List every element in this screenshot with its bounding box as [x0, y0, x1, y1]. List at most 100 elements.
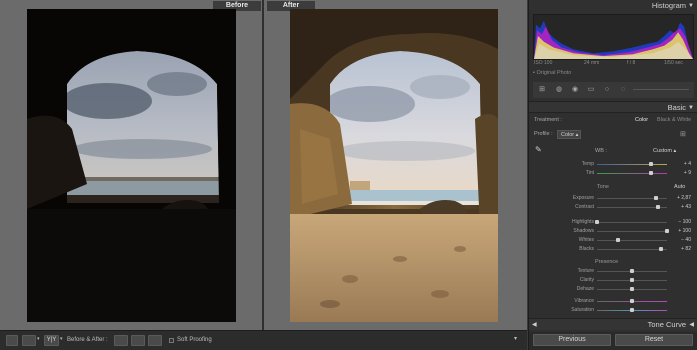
wb-dropdown[interactable]: Custom ▴	[653, 148, 676, 154]
tool-strip: ⊞ ◍ ◉ ▭ ○ ◌	[533, 82, 694, 98]
tint-slider-row[interactable]: Tint + 9	[529, 169, 697, 178]
profile-value: Color	[561, 132, 575, 138]
blacks-slider-knob[interactable]	[658, 247, 663, 251]
histogram[interactable]	[533, 14, 694, 60]
loupe-view-icon[interactable]	[6, 335, 18, 346]
radial-filter-icon[interactable]: ○	[603, 86, 611, 94]
highlights-slider-row[interactable]: Highlights − 100	[529, 218, 697, 227]
tint-slider-knob[interactable]	[648, 171, 653, 175]
tool-slider-track[interactable]	[633, 89, 689, 90]
highlights-value[interactable]: − 100	[678, 218, 691, 227]
toolbar-menu-chevron-icon[interactable]: ▾	[514, 335, 517, 344]
histogram-iso: ISO 100	[534, 60, 553, 66]
temp-slider-row[interactable]: Temp + 4	[529, 160, 697, 169]
crop-icon[interactable]: ⊞	[538, 86, 546, 94]
panel-bottom-buttons: Previous Reset	[529, 332, 697, 350]
saturation-slider-knob[interactable]	[630, 308, 634, 312]
tint-track[interactable]	[597, 173, 667, 174]
temp-value[interactable]: + 4	[684, 160, 691, 169]
exposure-value[interactable]: + 2,87	[677, 194, 691, 203]
tone-curve-left-triangle-icon[interactable]: ◀	[532, 319, 537, 331]
whites-label: Whites	[578, 237, 594, 243]
dehaze-slider-row[interactable]: Dehaze	[529, 285, 697, 294]
clarity-slider-row[interactable]: Clarity	[529, 276, 697, 285]
profile-browser-icon[interactable]: ⊞	[680, 130, 686, 138]
treatment-label: Treatment :	[534, 117, 562, 123]
dehaze-label: Dehaze	[576, 286, 594, 292]
texture-label: Texture	[577, 268, 594, 274]
spot-removal-icon[interactable]: ◍	[555, 86, 563, 94]
contrast-label: Contrast	[575, 204, 594, 210]
exposure-slider-row[interactable]: Exposure + 2,87	[529, 194, 697, 203]
treatment-color-option[interactable]: Color	[635, 117, 648, 123]
shadows-track[interactable]	[597, 231, 667, 232]
blacks-value[interactable]: + 82	[681, 245, 691, 254]
wb-value: Custom	[653, 148, 672, 154]
profile-dropdown[interactable]: Color ▴	[557, 130, 581, 139]
clarity-slider-knob[interactable]	[630, 278, 634, 282]
shadows-slider-knob[interactable]	[665, 229, 669, 233]
temp-slider-knob[interactable]	[648, 162, 653, 166]
shadows-slider-row[interactable]: Shadows + 100	[529, 227, 697, 236]
profile-row: Profile : Color ▴ ⊞	[529, 128, 697, 140]
whites-track[interactable]	[597, 240, 667, 241]
texture-slider-knob[interactable]	[630, 269, 634, 273]
blacks-slider-row[interactable]: Blacks + 82	[529, 245, 697, 254]
reset-button[interactable]: Reset	[615, 334, 693, 346]
tone-curve-header[interactable]: ◀ Tone Curve ◀	[529, 318, 697, 330]
after-image	[290, 9, 498, 322]
dehaze-slider-knob[interactable]	[630, 287, 634, 291]
copy-before-settings-icon[interactable]	[114, 335, 128, 346]
profile-label: Profile :	[534, 131, 553, 137]
compare-view-icon[interactable]	[22, 335, 36, 346]
treatment-bw-option[interactable]: Black & White	[657, 117, 691, 123]
blacks-track[interactable]	[597, 249, 667, 250]
saturation-slider-row[interactable]: Saturation	[529, 306, 697, 315]
presence-section-title: Presence	[595, 259, 619, 265]
brush-icon[interactable]: ◌	[619, 86, 627, 94]
chevron-down-icon[interactable]: ▾	[60, 335, 63, 344]
wb-eyedropper-icon[interactable]: ✎	[535, 145, 542, 154]
basic-header[interactable]: Basic ▼	[529, 101, 697, 113]
swap-settings-icon[interactable]	[148, 335, 162, 346]
highlights-slider-knob[interactable]	[595, 220, 599, 224]
after-photo[interactable]	[290, 9, 498, 322]
copy-after-settings-icon[interactable]	[131, 335, 145, 346]
contrast-value[interactable]: + 43	[681, 203, 691, 212]
before-after-mode-button[interactable]: Y|Y	[44, 335, 59, 346]
red-eye-icon[interactable]: ◉	[571, 86, 579, 94]
highlights-label: Highlights	[572, 219, 594, 225]
wb-label: WB :	[595, 148, 607, 154]
original-photo-text: Original Photo	[536, 70, 572, 76]
highlights-track[interactable]	[597, 222, 667, 223]
before-after-label: Before & After :	[67, 337, 108, 343]
texture-slider-row[interactable]: Texture	[529, 267, 697, 276]
previous-button[interactable]: Previous	[533, 334, 611, 346]
auto-button[interactable]: Auto	[674, 184, 685, 190]
before-photo[interactable]	[27, 9, 236, 322]
whites-value[interactable]: − 40	[681, 236, 691, 245]
vibrance-slider-row[interactable]: Vibrance	[529, 297, 697, 306]
vibrance-slider-knob[interactable]	[630, 299, 634, 303]
temp-track[interactable]	[597, 164, 667, 165]
tint-value[interactable]: + 9	[684, 169, 691, 178]
basic-title: Basic	[667, 103, 686, 112]
chevron-down-icon[interactable]: ▾	[37, 335, 40, 344]
whites-slider-knob[interactable]	[616, 238, 620, 242]
contrast-slider-knob[interactable]	[655, 205, 660, 209]
shadows-value[interactable]: + 100	[678, 227, 691, 236]
collapse-triangle-icon[interactable]: ◀	[689, 319, 694, 331]
collapse-triangle-icon[interactable]: ▼	[688, 0, 694, 12]
temp-label: Temp	[581, 161, 594, 167]
histogram-header[interactable]: Histogram ▼	[529, 0, 697, 12]
soft-proofing-checkbox[interactable]	[169, 338, 174, 343]
histogram-graph	[534, 20, 693, 59]
graduated-filter-icon[interactable]: ▭	[587, 86, 595, 94]
exposure-slider-knob[interactable]	[653, 196, 658, 200]
collapse-triangle-icon[interactable]: ▼	[688, 102, 694, 114]
whites-slider-row[interactable]: Whites − 40	[529, 236, 697, 245]
original-photo-label: ▪ Original Photo	[533, 70, 572, 76]
histogram-title: Histogram	[651, 1, 686, 10]
pane-divider	[262, 0, 264, 330]
contrast-slider-row[interactable]: Contrast + 43	[529, 203, 697, 212]
